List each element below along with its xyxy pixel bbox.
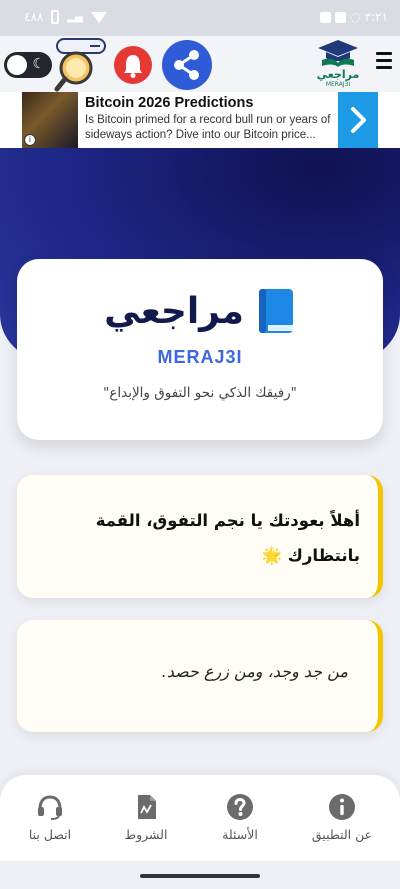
ad-thumbnail[interactable]: i [22, 92, 78, 148]
wifi-icon [90, 11, 107, 23]
ad-description[interactable]: Is Bitcoin primed for a record bull run … [85, 113, 335, 143]
headset-icon [38, 795, 62, 820]
quote-text: من جد وجد، ومن زرع حصد. [161, 662, 348, 681]
share-icon [174, 50, 199, 80]
chevron-right-icon [351, 107, 366, 133]
brand-card: مراجعي MERAJ3I "رفيقك الذكي نحو التفوق و… [17, 259, 383, 440]
welcome-card: أهلاً بعودتك يا نجم التفوق، القمة بانتظا… [17, 475, 383, 598]
status-bar: ٤٨٨ ▂▄ ◌ ٣:٢١ [0, 0, 400, 36]
share-button[interactable] [162, 40, 212, 90]
whatsapp-icon: ◌ [350, 10, 361, 24]
nav-label-faq: الأسئلة [222, 827, 258, 842]
graduation-cap-icon [318, 40, 358, 67]
nav-item-faq[interactable]: الأسئلة [190, 793, 290, 842]
notification-icon [320, 11, 332, 23]
bell-icon [124, 55, 142, 78]
brand-tagline: "رفيقك الذكي نحو التفوق والإبداع" [103, 385, 297, 401]
hamburger-icon[interactable] [376, 52, 392, 74]
gesture-bar[interactable] [140, 874, 260, 878]
toggle-knob [7, 55, 27, 75]
welcome-message: أهلاً بعودتك يا نجم التفوق، القمة بانتظا… [95, 511, 360, 565]
battery-icon [51, 10, 60, 24]
status-right: ◌ ٣:٢١ [320, 10, 388, 24]
nav-item-contact[interactable]: اتصل بنا [0, 793, 100, 842]
status-left: ٤٨٨ ▂▄ [24, 10, 107, 24]
facebook-icon [335, 11, 347, 23]
nav-label-terms: الشروط [124, 827, 168, 842]
nav-label-contact: اتصل بنا [28, 827, 72, 842]
quote-card: من جد وجد، ومن زرع حصد. [17, 620, 383, 732]
magnifier-icon[interactable] [54, 36, 108, 92]
logo-text: مراجعي [316, 68, 360, 81]
nav-label-about: عن التطبيق [311, 827, 373, 842]
nav-item-about[interactable]: عن التطبيق [292, 793, 392, 842]
nav-item-terms[interactable]: الشروط [96, 793, 196, 842]
question-icon [227, 794, 253, 820]
ad-title[interactable]: Bitcoin 2026 Predictions [85, 95, 253, 111]
logo-subtext: MERAJ3I [325, 81, 351, 88]
notifications-button[interactable] [114, 46, 152, 84]
menu-line [376, 52, 392, 55]
document-icon [138, 795, 156, 819]
bottom-nav: عن التطبيق الأسئلة الشروط اتصل بنا [0, 775, 400, 861]
app-logo: مراجعي MERAJ3I [312, 38, 364, 90]
signal-icon: ▂▄ [67, 11, 83, 23]
status-text: ٤٨٨ [24, 10, 44, 24]
app-header: ☾ مراجعي MERAJ3I [0, 36, 400, 92]
dark-mode-toggle[interactable]: ☾ [4, 52, 52, 78]
info-icon [329, 794, 355, 820]
brand-title-row: مراجعي [17, 287, 383, 335]
ad-info-icon[interactable]: i [24, 134, 36, 146]
status-time: ٣:٢١ [364, 10, 388, 24]
menu-line [376, 59, 392, 62]
menu-line [376, 66, 392, 69]
moon-icon: ☾ [32, 56, 45, 72]
brand-title: مراجعي [104, 290, 244, 332]
brand-latin-name: MERAJ3I [157, 347, 243, 367]
book-icon [258, 289, 293, 333]
ad-open-button[interactable] [338, 92, 378, 148]
ad-banner[interactable]: i Bitcoin 2026 Predictions Is Bitcoin pr… [0, 92, 400, 148]
